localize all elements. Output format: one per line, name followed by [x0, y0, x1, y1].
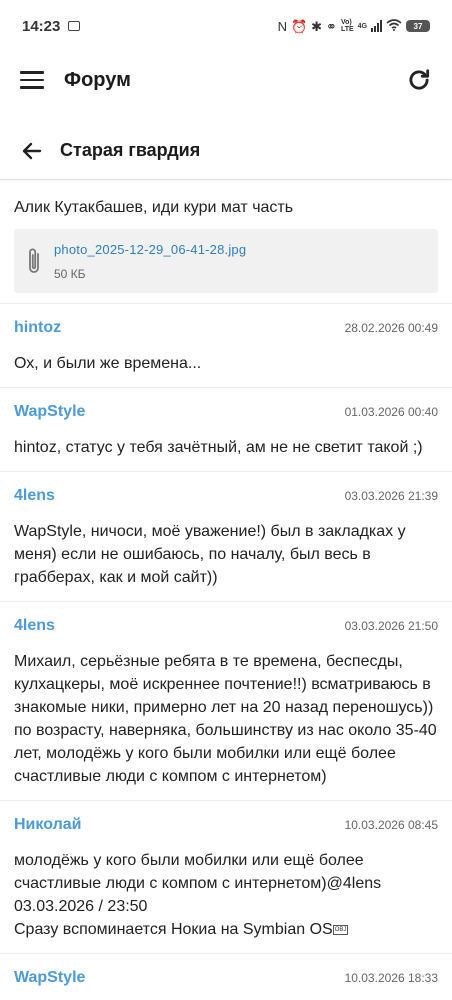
bluetooth-icon: ✱: [311, 18, 323, 34]
menu-icon[interactable]: [20, 71, 44, 89]
attachment-size: 50 КБ: [54, 266, 86, 281]
alarm-icon: ⏰: [290, 18, 308, 34]
message-notification-icon: [68, 21, 81, 31]
post-author[interactable]: WapStyle: [14, 969, 85, 987]
network-generation: 4G: [357, 22, 367, 30]
attachment[interactable]: photo_2025-12-29_06-41-28.jpg 50 КБ: [14, 229, 438, 293]
status-icons: N ⏰ ✱ ⚭ Vo) LTE 4G 37: [278, 19, 430, 33]
object-replacement-glyph: OBJ: [332, 924, 349, 935]
post-text: WapStyle, ничоси, моё уважение!) был в з…: [14, 523, 406, 586]
post-author[interactable]: 4lens: [14, 487, 55, 505]
status-bar: 14:23 N ⏰ ✱ ⚭ Vo) LTE 4G 37: [0, 0, 452, 52]
post: 4lens 03.03.2026 21:39 WapStyle, ничоси,…: [0, 472, 452, 602]
post-date: 01.03.2026 00:40: [344, 405, 438, 419]
post-date: 03.03.2026 21:50: [344, 619, 438, 633]
paperclip-icon: [29, 248, 39, 273]
post-text: Ох, и были же времена...: [14, 355, 202, 372]
post-author[interactable]: Николай: [14, 816, 81, 834]
post-text: Алик Кутакбашев, иди кури мат часть: [14, 199, 294, 216]
thread: Алик Кутакбашев, иди кури мат часть phot…: [0, 182, 452, 1000]
link-icon: ⚭: [326, 18, 337, 34]
first-post: Алик Кутакбашев, иди кури мат часть phot…: [0, 182, 452, 304]
battery-icon: 37: [406, 20, 430, 32]
post: WapStyle 10.03.2026 18:33: [0, 954, 452, 1000]
topic-header: Старая гвардия: [0, 122, 452, 180]
post-date: 10.03.2026 08:45: [344, 818, 438, 832]
nfc-icon: N: [277, 18, 287, 34]
post-author[interactable]: WapStyle: [14, 403, 85, 421]
post: Николай 10.03.2026 08:45 молодёжь у кого…: [0, 801, 452, 954]
post-date: 10.03.2026 18:33: [344, 971, 438, 985]
wifi-icon: [386, 19, 402, 33]
post-author[interactable]: hintoz: [14, 319, 61, 337]
post: WapStyle 01.03.2026 00:40 hintoz, статус…: [0, 388, 452, 472]
network-type: Vo) LTE: [340, 19, 354, 33]
post-date: 03.03.2026 21:39: [344, 489, 438, 503]
post: hintoz 28.02.2026 00:49 Ох, и были же вр…: [0, 304, 452, 388]
status-time: 14:23: [22, 17, 61, 35]
attachment-name[interactable]: photo_2025-12-29_06-41-28.jpg: [54, 242, 246, 257]
refresh-icon[interactable]: [406, 67, 432, 93]
app-title: Форум: [64, 68, 131, 91]
attachment-info: photo_2025-12-29_06-41-28.jpg 50 КБ: [54, 242, 246, 281]
post-date: 28.02.2026 00:49: [344, 321, 438, 335]
post-author[interactable]: 4lens: [14, 617, 55, 635]
app-bar: Форум: [0, 52, 452, 108]
back-arrow-icon[interactable]: [20, 139, 44, 163]
post-text: молодёжь у кого были мобилки или ещё бол…: [14, 852, 382, 938]
post: 4lens 03.03.2026 21:50 Михаил, серьёзные…: [0, 602, 452, 801]
post-text: Михаил, серьёзные ребята в те времена, б…: [14, 653, 437, 785]
topic-title: Старая гвардия: [60, 140, 201, 160]
signal-icon: [371, 20, 382, 32]
post-text: hintoz, статус у тебя зачётный, ам не не…: [14, 439, 423, 456]
